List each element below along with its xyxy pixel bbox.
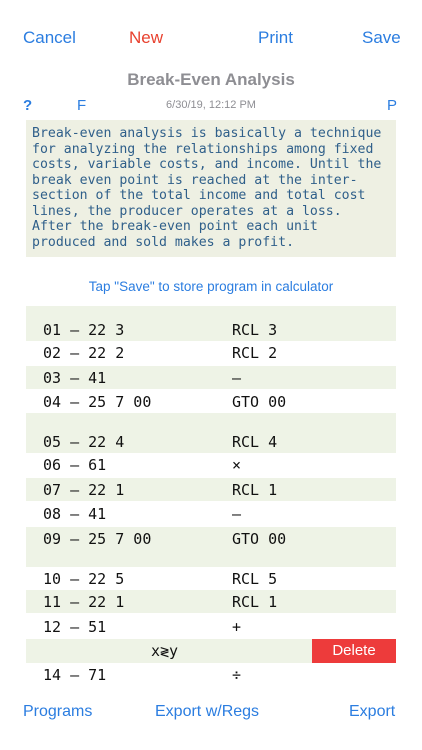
step-operation: RCL 5 xyxy=(232,570,278,588)
step-keycode: 02 – 22 2 xyxy=(43,344,125,362)
step-keycode: 03 – 41 xyxy=(43,369,107,387)
step-keycode: 06 – 61 xyxy=(43,456,107,474)
step-keycode: 05 – 22 4 xyxy=(43,433,125,451)
timestamp: 6/30/19, 12:12 PM xyxy=(166,99,256,111)
step-keycode: 04 – 25 7 00 xyxy=(43,393,152,411)
step-operation: GTO 00 xyxy=(232,530,287,548)
step-operation: RCL 3 xyxy=(232,321,278,339)
step-operation: – xyxy=(232,369,242,387)
program-step[interactable]: 05 – 22 4 RCL 4 xyxy=(26,430,396,453)
step-operation: + xyxy=(232,618,242,636)
program-gap xyxy=(26,306,396,318)
program-step[interactable]: 11 – 22 1 RCL 1 xyxy=(26,590,396,613)
step-operation: x≷y xyxy=(151,642,179,660)
step-operation: ÷ xyxy=(232,666,242,683)
step-operation: RCL 4 xyxy=(232,433,278,451)
program-gap xyxy=(26,550,396,567)
program-step[interactable]: 12 – 51 + xyxy=(26,615,396,638)
delete-button[interactable]: Delete xyxy=(312,639,396,663)
p-button[interactable]: P xyxy=(387,97,397,114)
cancel-button[interactable]: Cancel xyxy=(23,28,76,48)
step-operation: GTO 00 xyxy=(232,393,287,411)
bottom-toolbar: Programs Export w/Regs Export xyxy=(0,703,422,725)
program-step[interactable]: 06 – 61 × xyxy=(26,453,396,476)
export-with-regs-button[interactable]: Export w/Regs xyxy=(155,703,259,721)
step-keycode: 11 – 22 1 xyxy=(43,593,125,611)
step-keycode: 10 – 22 5 xyxy=(43,570,125,588)
program-step[interactable]: 01 – 22 3 RCL 3 xyxy=(26,318,396,341)
step-operation: – xyxy=(232,505,242,523)
step-keycode: 07 – 22 1 xyxy=(43,481,125,499)
save-button[interactable]: Save xyxy=(362,28,401,48)
step-operation: × xyxy=(232,456,242,474)
step-operation: RCL 2 xyxy=(232,344,278,362)
step-keycode: 12 – 51 xyxy=(43,618,107,636)
step-operation: RCL 1 xyxy=(232,593,278,611)
program-step[interactable]: 07 – 22 1 RCL 1 xyxy=(26,478,396,501)
export-button[interactable]: Export xyxy=(349,703,395,721)
program-info-row: ? F 6/30/19, 12:12 PM P xyxy=(0,97,422,115)
program-step[interactable]: 14 – 71 ÷ xyxy=(26,663,396,683)
print-button[interactable]: Print xyxy=(258,28,293,48)
step-keycode: 08 – 41 xyxy=(43,505,107,523)
program-step[interactable]: 04 – 25 7 00 GTO 00 xyxy=(26,390,396,413)
program-step[interactable]: 10 – 22 5 RCL 5 xyxy=(26,567,396,590)
program-list[interactable]: 01 – 22 3 RCL 3 02 – 22 2 RCL 2 03 – 41 – 04 –… xyxy=(26,306,396,683)
programs-button[interactable]: Programs xyxy=(23,703,92,721)
step-keycode: 14 – 71 xyxy=(43,666,107,683)
top-toolbar: Cancel New Print Save xyxy=(0,28,422,52)
program-step[interactable]: 09 – 25 7 00 GTO 00 xyxy=(26,527,396,550)
save-hint: Tap "Save" to store program in calculato… xyxy=(88,279,334,294)
program-step-swiped[interactable]: x≷y xyxy=(26,639,312,663)
step-keycode: 09 – 25 7 00 xyxy=(43,530,152,548)
step-operation: RCL 1 xyxy=(232,481,278,499)
new-button[interactable]: New xyxy=(129,28,163,48)
program-step[interactable]: 03 – 41 – xyxy=(26,366,396,389)
program-gap xyxy=(26,413,396,430)
program-step[interactable]: 02 – 22 2 RCL 2 xyxy=(26,341,396,364)
step-keycode: 01 – 22 3 xyxy=(43,321,125,339)
program-title: Break-Even Analysis xyxy=(127,70,295,89)
program-step[interactable]: 08 – 41 – xyxy=(26,502,396,525)
description-text[interactable]: Break-even analysis is basically a techn… xyxy=(26,120,396,257)
